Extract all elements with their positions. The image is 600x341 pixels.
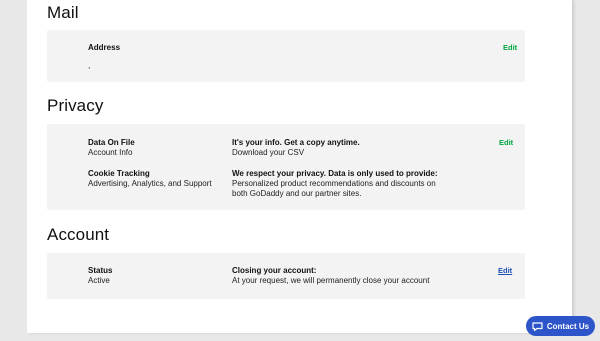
data-on-file-value: Account Info xyxy=(88,148,133,157)
account-card: Status Active Closing your account: At y… xyxy=(47,253,525,299)
privacy-section-title: Privacy xyxy=(47,96,104,115)
data-on-file-label: Data On File xyxy=(88,138,135,147)
respect-line-2: both GoDaddy and our partner sites. xyxy=(232,189,362,198)
account-section-title: Account xyxy=(47,225,110,244)
respect-line-1: Personalized product recommendations and… xyxy=(232,179,436,188)
mail-edit-link[interactable]: Edit xyxy=(503,43,517,52)
closing-heading: Closing your account: xyxy=(232,266,317,275)
contact-us-button[interactable]: Contact Us xyxy=(526,316,595,336)
mail-section-title: Mail xyxy=(47,3,79,22)
chat-icon xyxy=(532,321,543,331)
status-value: Active xyxy=(88,276,110,285)
status-label: Status xyxy=(88,266,113,275)
download-csv-link[interactable]: Download your CSV xyxy=(232,148,304,158)
address-value: , xyxy=(88,61,91,70)
contact-us-label: Contact Us xyxy=(546,321,590,331)
respect-heading: We respect your privacy. Data is only us… xyxy=(232,169,438,178)
cookie-tracking-label: Cookie Tracking xyxy=(88,169,150,178)
privacy-card: Data On File Account Info It's your info… xyxy=(47,124,525,210)
address-label: Address xyxy=(88,43,121,52)
closing-description: At your request, we will permanently clo… xyxy=(232,276,430,285)
mail-card: Address , Edit xyxy=(47,30,525,82)
account-edit-link[interactable]: Edit xyxy=(498,266,512,275)
privacy-edit-link[interactable]: Edit xyxy=(499,138,513,147)
info-heading: It's your info. Get a copy anytime. xyxy=(232,138,360,147)
cookie-tracking-value: Advertising, Analytics, and Support xyxy=(88,179,212,188)
